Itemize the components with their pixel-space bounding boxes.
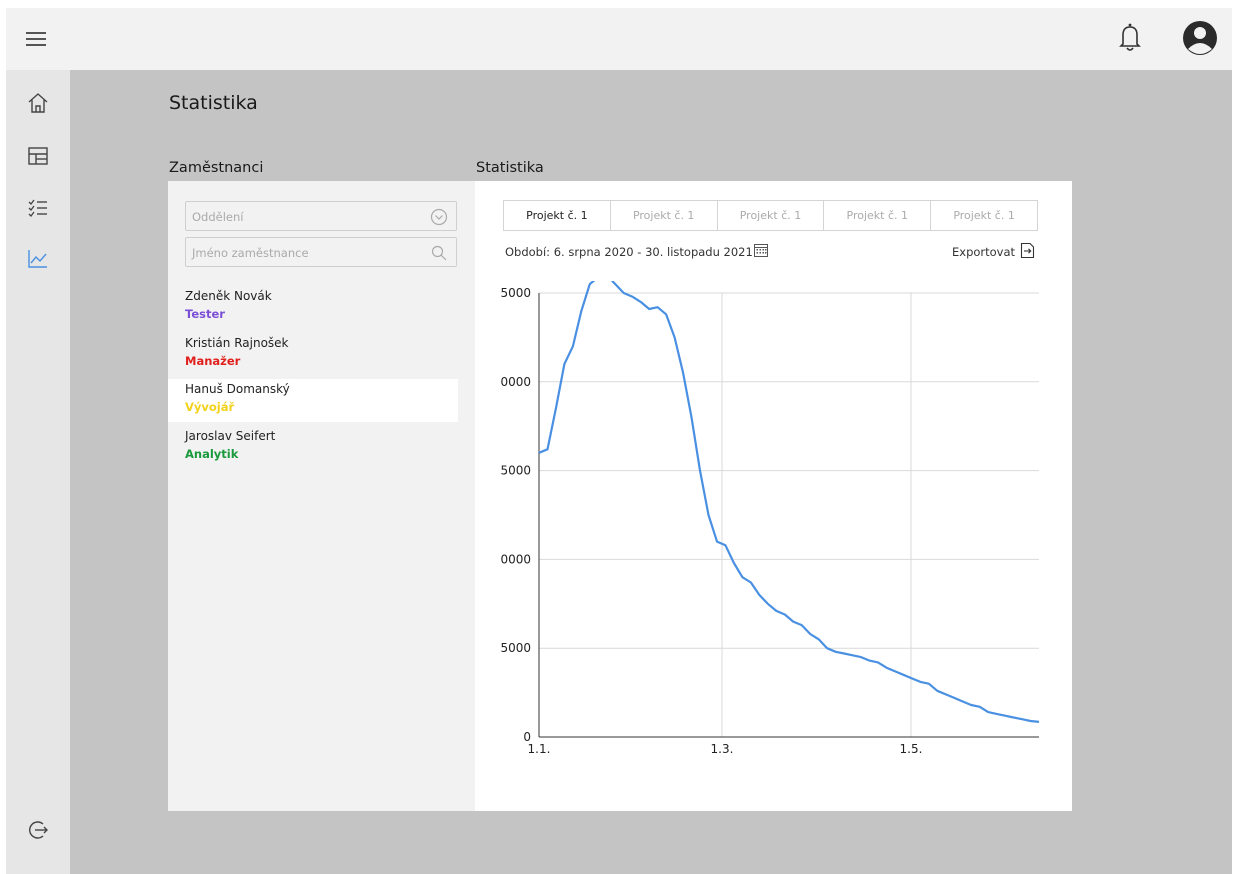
series-line — [538, 281, 1040, 723]
employees-section-title: Zaměstnanci — [169, 160, 264, 176]
employee-list-item[interactable]: Zdeněk Novák Tester — [168, 286, 458, 329]
bell-icon[interactable] — [1115, 18, 1145, 58]
y-tick-label: 5000 — [500, 286, 531, 300]
employee-role: Tester — [185, 307, 225, 321]
side-rail — [6, 70, 70, 874]
statistics-panel: Projekt č. 1 Projekt č. 1 Projekt č. 1 P… — [475, 181, 1072, 811]
stats-section-title: Statistika — [476, 160, 544, 176]
export-button[interactable]: Exportovat — [952, 245, 1015, 259]
tab-project-2[interactable]: Projekt č. 1 — [611, 201, 718, 230]
export-file-icon[interactable] — [1020, 242, 1035, 259]
statistics-line-chart: 0500000005000000050001.1. 1.3. 1.5. — [500, 281, 1040, 756]
logout-icon[interactable] — [24, 816, 52, 844]
home-icon[interactable] — [24, 89, 52, 117]
employee-name: Jaroslav Seifert — [185, 429, 276, 443]
employees-panel: Oddělení Jméno zaměstnance Zdeněk Novák … — [168, 181, 475, 811]
top-bar — [6, 8, 1232, 70]
employee-list-item-selected[interactable]: Hanuš Domanský Vývojář — [168, 379, 458, 422]
department-select[interactable]: Oddělení — [185, 201, 457, 231]
user-avatar-icon[interactable] — [1182, 20, 1218, 56]
y-tick-label: 0000 — [500, 375, 531, 389]
employee-search-input[interactable]: Jméno zaměstnance — [185, 237, 457, 267]
page-title: Statistika — [169, 92, 258, 114]
employee-role: Analytik — [185, 447, 239, 461]
checklist-icon[interactable] — [24, 194, 52, 222]
line-chart-icon[interactable] — [24, 244, 52, 272]
y-tick-label: 5000 — [500, 641, 531, 655]
calendar-icon[interactable] — [753, 242, 769, 258]
tab-project-5[interactable]: Projekt č. 1 — [931, 201, 1037, 230]
employee-list-item[interactable]: Jaroslav Seifert Analytik — [168, 426, 458, 469]
chevron-down-circle-icon — [430, 208, 448, 226]
employee-name: Zdeněk Novák — [185, 289, 272, 303]
tab-project-4[interactable]: Projekt č. 1 — [824, 201, 932, 230]
search-icon — [431, 245, 447, 261]
employee-role: Manažer — [185, 354, 241, 368]
employee-name: Kristián Rajnošek — [185, 336, 289, 350]
employee-name: Hanuš Domanský — [185, 382, 290, 396]
tab-project-3[interactable]: Projekt č. 1 — [718, 201, 825, 230]
employee-list-item[interactable]: Kristián Rajnošek Manažer — [168, 333, 458, 376]
x-tick-label: 1.1. — [528, 742, 551, 756]
x-tick-label: 1.5. — [900, 742, 923, 756]
dashboard-icon[interactable] — [24, 142, 52, 170]
employee-role: Vývojář — [185, 400, 235, 414]
tab-project-1[interactable]: Projekt č. 1 — [504, 201, 611, 230]
period-label: Období: 6. srpna 2020 - 30. listopadu 20… — [505, 245, 753, 259]
menu-icon[interactable] — [26, 28, 50, 50]
employee-search-placeholder: Jméno zaměstnance — [192, 246, 309, 260]
y-tick-label: 0000 — [500, 552, 531, 566]
y-tick-label: 5000 — [500, 464, 531, 478]
project-tabs: Projekt č. 1 Projekt č. 1 Projekt č. 1 P… — [503, 200, 1038, 231]
department-placeholder: Oddělení — [192, 210, 244, 224]
x-tick-label: 1.3. — [711, 742, 734, 756]
